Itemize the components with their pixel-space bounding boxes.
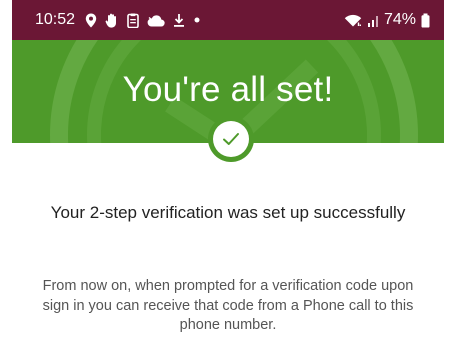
signal-icon [367,12,379,28]
success-badge-inner [213,121,249,157]
status-time: 10:52 [35,11,76,28]
screen: 10:52 74% You're all set! Your 2-step ve… [0,0,456,354]
wifi-icon [344,12,362,28]
hero-title: You're all set! [122,70,334,109]
success-badge [208,116,254,162]
battery-percentage: 74% [383,11,416,28]
cloud-icon [147,12,165,28]
hand-icon [105,12,119,28]
success-headline: Your 2-step verification was set up succ… [50,203,406,222]
dot-icon [193,12,201,28]
download-icon [172,12,186,28]
status-right: 74% [344,11,430,29]
status-left: 10:52 [35,11,201,29]
clipboard-icon [126,12,140,28]
location-icon [84,12,98,28]
success-description: From now on, when prompted for a verific… [42,278,414,333]
status-bar: 10:52 74% [12,0,444,40]
battery-icon [421,12,430,28]
checkmark-icon [222,132,240,146]
